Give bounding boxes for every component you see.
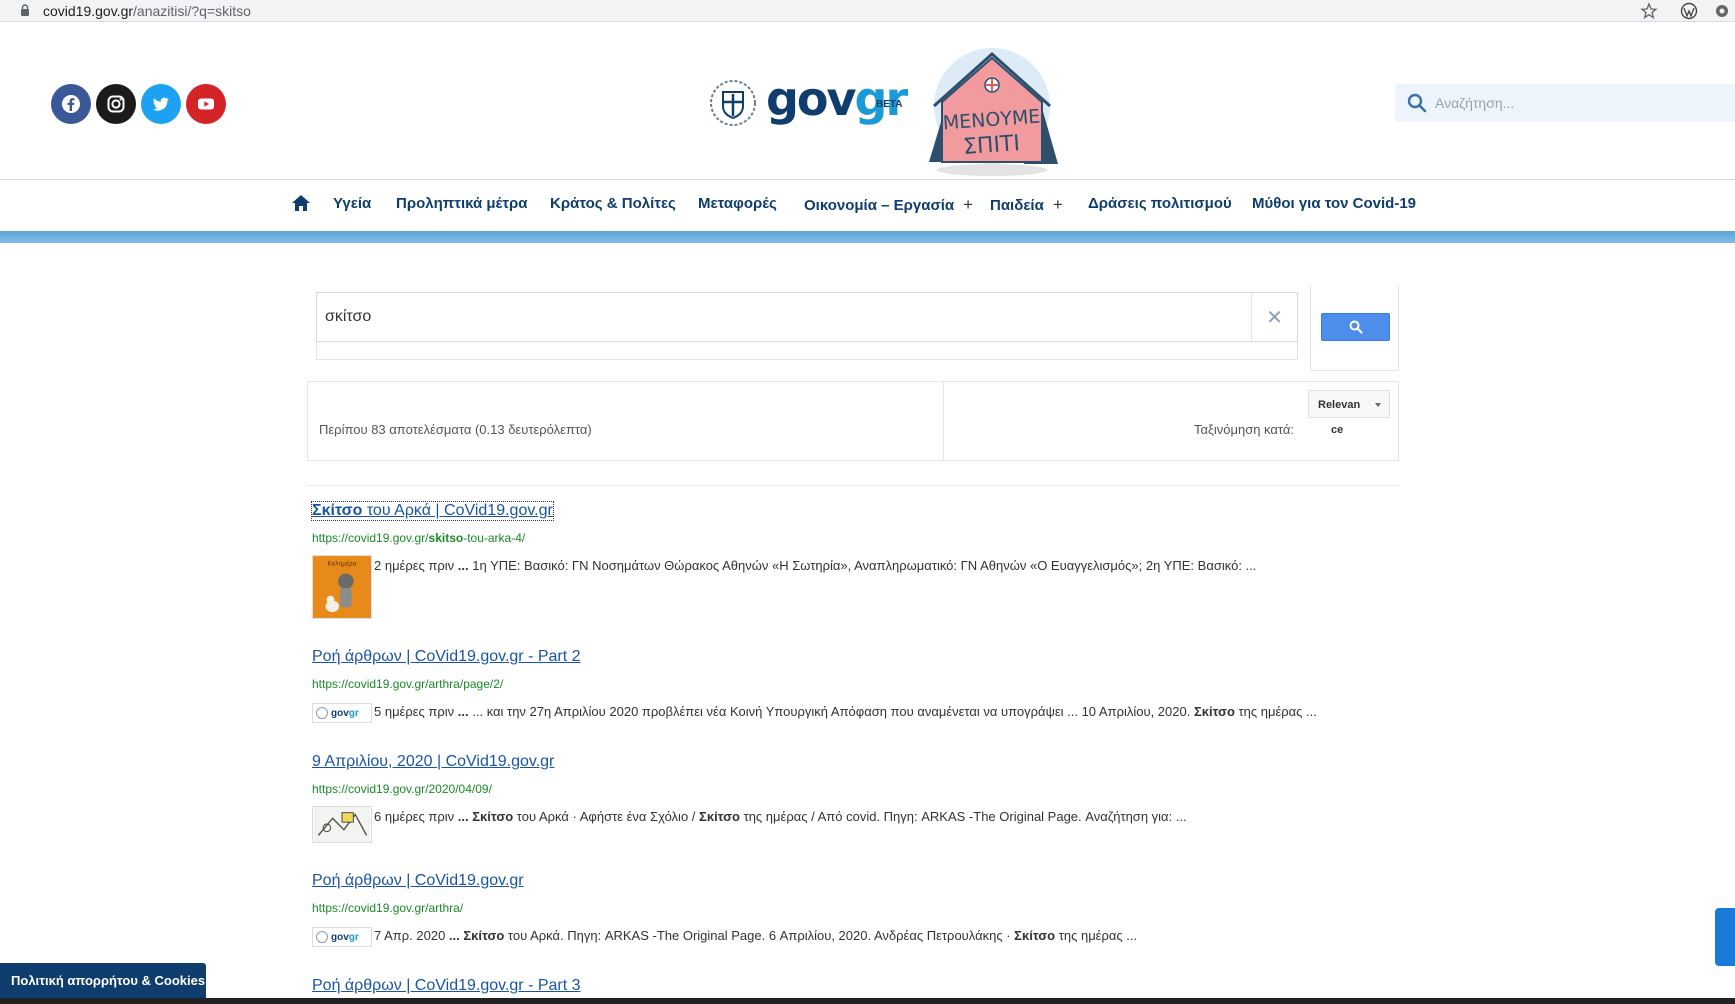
greek-emblem-icon <box>316 707 328 719</box>
expand-plus-icon[interactable]: + <box>1053 195 1063 214</box>
campaign-text-2: ΣΠΙΤΙ <box>962 131 1020 160</box>
header-accent-bar <box>0 231 1735 243</box>
greek-emblem-icon <box>710 80 756 126</box>
info-divider <box>943 381 944 461</box>
expand-plus-icon[interactable]: + <box>963 195 973 214</box>
thumbnail-caption: Καλημέρα <box>327 561 356 568</box>
search-icon <box>1349 320 1363 334</box>
instagram-icon <box>107 95 125 113</box>
result-snippet: 7 Απρ. 2020 ... Σκίτσο του Αρκά. Πηγη: A… <box>374 928 1138 943</box>
result-snippet: 2 ημέρες πριν ... 1η ΥΠΕ: Βασικό: ΓΝ Νοσ… <box>374 558 1257 573</box>
results-search-box[interactable] <box>316 292 1298 342</box>
result-title[interactable]: Ροή άρθρων | CoVid19.gov.gr - Part 3 <box>312 977 581 995</box>
results-divider <box>307 485 1399 486</box>
clear-icon[interactable]: ✕ <box>1251 293 1297 341</box>
twitter-icon <box>153 97 169 111</box>
result-count: Περίπου 83 αποτελέσματα (0.13 δευτερόλεπ… <box>319 422 592 437</box>
result-url: https://covid19.gov.gr/arthra/ <box>312 901 464 915</box>
nav-item-culture[interactable]: Δράσεις πολιτισμού <box>1088 195 1232 212</box>
youtube-link[interactable] <box>186 84 226 124</box>
wordpress-icon[interactable] <box>1680 2 1698 20</box>
result-url: https://covid19.gov.gr/skitso-tou-arka-4… <box>312 531 526 545</box>
facebook-icon <box>62 95 80 113</box>
result-title[interactable]: Ροή άρθρων | CoVid19.gov.gr - Part 2 <box>312 648 581 666</box>
result-title[interactable]: Ροή άρθρων | CoVid19.gov.gr <box>312 872 524 890</box>
search-box-underline <box>316 342 1298 360</box>
result-url: https://covid19.gov.gr/arthra/page/2/ <box>312 677 504 691</box>
result-title[interactable]: 9 Απριλίου, 2020 | CoVid19.gov.gr <box>312 753 554 771</box>
beta-badge: BETA <box>876 99 903 110</box>
search-icon <box>1407 93 1427 113</box>
facebook-link[interactable] <box>51 84 91 124</box>
header-search-input[interactable] <box>1435 84 1725 122</box>
extension-icon[interactable] <box>1713 2 1731 20</box>
browser-url-bar: covid19.gov.gr/anazitisi/?q=skitso <box>0 0 1735 22</box>
lock-icon <box>21 4 29 16</box>
nav-item-health[interactable]: Υγεία <box>333 195 371 212</box>
results-search-input[interactable] <box>325 293 1225 341</box>
home-icon[interactable] <box>291 194 311 212</box>
nav-item-prevention[interactable]: Προληπτικά μέτρα <box>396 195 528 212</box>
side-feedback-widget[interactable] <box>1715 908 1735 966</box>
result-thumbnail[interactable]: gov gr <box>312 703 372 723</box>
bottom-strip <box>0 998 1735 1004</box>
instagram-link[interactable] <box>96 84 136 124</box>
result-thumbnail[interactable]: gov gr <box>312 927 372 947</box>
nav-item-state-citizens[interactable]: Κράτος & Πολίτες <box>550 195 676 212</box>
nav-item-myths[interactable]: Μύθοι για τον Covid-19 <box>1252 195 1416 212</box>
greek-emblem-icon <box>316 931 328 943</box>
star-icon[interactable] <box>1640 2 1658 20</box>
main-nav: Υγεία Προληπτικά μέτρα Κράτος & Πολίτες … <box>0 181 1735 231</box>
stay-home-campaign-logo[interactable]: ΜΕΝΟΥΜΕ ΣΠΙΤΙ <box>924 42 1060 180</box>
sort-dropdown[interactable]: Relevan <box>1308 390 1390 418</box>
twitter-link[interactable] <box>141 84 181 124</box>
result-thumbnail[interactable] <box>312 806 372 843</box>
cookie-policy-button[interactable]: Πολιτική απορρήτου & Cookies <box>0 963 206 998</box>
nav-item-education[interactable]: Παιδεία + <box>990 195 1063 215</box>
chevron-down-icon <box>1375 403 1381 407</box>
result-snippet: 5 ημέρες πριν ... ... και την 27η Απριλί… <box>374 704 1317 719</box>
result-url: https://covid19.gov.gr/2020/04/09/ <box>312 782 492 796</box>
url-text[interactable]: covid19.gov.gr/anazitisi/?q=skitso <box>43 3 251 19</box>
result-title[interactable]: Σκίτσο του Αρκά | CoVid19.gov.gr <box>311 501 554 521</box>
search-button[interactable] <box>1321 313 1390 341</box>
nav-item-economy[interactable]: Οικονομία – Εργασία + <box>804 195 973 215</box>
header-search[interactable] <box>1395 84 1735 122</box>
sort-dropdown-overflow-text: ce <box>1331 424 1344 436</box>
result-snippet: 6 ημέρες πριν ... Σκίτσο του Αρκά · Αφήσ… <box>374 809 1187 824</box>
youtube-icon <box>198 98 214 110</box>
nav-item-transport[interactable]: Μεταφορές <box>698 195 777 212</box>
results-info-box <box>307 381 1399 461</box>
result-thumbnail[interactable]: Καλημέρα <box>312 555 372 619</box>
site-header: govgr BETA ΜΕΝΟΥΜΕ ΣΠΙΤΙ <box>0 22 1735 180</box>
sort-label: Ταξινόμηση κατά: <box>1194 422 1294 437</box>
